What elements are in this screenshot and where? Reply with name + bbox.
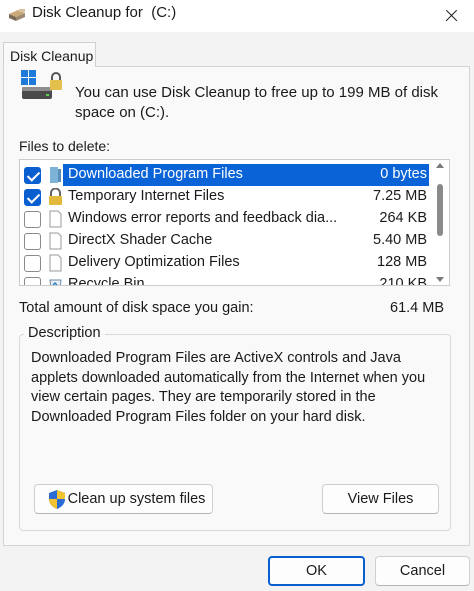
recycle-bin-icon	[49, 279, 62, 285]
checkbox[interactable]	[24, 167, 41, 184]
file-size: 0 bytes	[380, 166, 427, 182]
list-item[interactable]: Windows error reports and feedback dia..…	[20, 208, 431, 230]
list-item[interactable]: Temporary Internet Files 7.25 MB	[20, 186, 431, 208]
disk-cleanup-icon	[9, 9, 25, 21]
list-item[interactable]: DirectX Shader Cache 5.40 MB	[20, 230, 431, 252]
ok-button[interactable]: OK	[268, 556, 365, 586]
total-space-value: 61.4 MB	[390, 300, 444, 316]
view-files-button[interactable]: View Files	[322, 484, 439, 514]
window-title: Disk Cleanup for (C:)	[32, 4, 177, 21]
scroll-thumb[interactable]	[437, 184, 443, 236]
file-name: Downloaded Program Files	[68, 166, 243, 182]
file-size: 210 KB	[379, 276, 427, 286]
description-legend: Description	[24, 325, 105, 341]
list-item[interactable]: Delivery Optimization Files 128 MB	[20, 252, 431, 274]
document-icon	[49, 232, 62, 250]
file-name: Temporary Internet Files	[68, 188, 225, 204]
clean-up-system-files-label: Clean up system files	[67, 491, 206, 507]
intro-text: You can use Disk Cleanup to free up to 1…	[75, 84, 438, 121]
file-size: 7.25 MB	[373, 188, 427, 204]
drive-lock-icon	[21, 70, 62, 99]
checkbox[interactable]	[24, 233, 41, 250]
list-scrollbar[interactable]	[431, 160, 449, 285]
file-name: Delivery Optimization Files	[68, 254, 240, 270]
clean-up-system-files-button[interactable]: Clean up system files	[34, 484, 213, 514]
scroll-down-arrow-icon[interactable]	[436, 277, 444, 282]
cancel-button[interactable]: Cancel	[375, 556, 470, 586]
uac-shield-icon	[49, 490, 65, 509]
list-item[interactable]: Downloaded Program Files 0 bytes	[20, 164, 431, 186]
list-item[interactable]: Recycle Bin 210 KB	[20, 274, 431, 286]
tab-disk-cleanup[interactable]: Disk Cleanup	[3, 42, 96, 67]
file-name: Recycle Bin	[68, 276, 145, 286]
document-icon	[49, 254, 62, 272]
checkbox[interactable]	[24, 211, 41, 228]
file-name: Windows error reports and feedback dia..…	[68, 210, 338, 226]
checkbox[interactable]	[24, 255, 41, 272]
file-name: DirectX Shader Cache	[68, 232, 213, 248]
file-size: 5.40 MB	[373, 232, 427, 248]
checkbox[interactable]	[24, 277, 41, 285]
document-icon	[49, 210, 62, 228]
file-size: 264 KB	[379, 210, 427, 226]
files-to-delete-label: Files to delete:	[19, 138, 111, 154]
file-size: 128 MB	[377, 254, 427, 270]
description-text: Downloaded Program Files are ActiveX con…	[31, 350, 426, 425]
folder-icon	[50, 167, 61, 183]
title-bar: Disk Cleanup for (C:)	[0, 0, 474, 32]
lock-icon	[49, 188, 62, 205]
close-button[interactable]	[428, 0, 474, 32]
total-space-label: Total amount of disk space you gain:	[19, 300, 254, 316]
scroll-up-arrow-icon[interactable]	[436, 163, 444, 168]
checkbox[interactable]	[24, 189, 41, 206]
files-list[interactable]: Downloaded Program Files 0 bytes Tempora…	[19, 159, 450, 286]
